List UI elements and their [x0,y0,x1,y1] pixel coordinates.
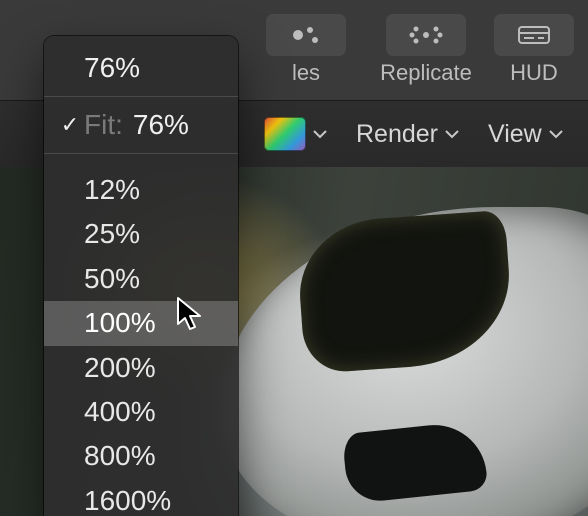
zoom-option[interactable]: 12% [44,168,238,212]
zoom-option[interactable]: 100% [44,301,238,345]
zoom-current-value: 76% [44,46,238,94]
zoom-option[interactable]: 50% [44,257,238,301]
zoom-option[interactable]: 400% [44,390,238,434]
zoom-option[interactable]: 200% [44,346,238,390]
replicate-label: Replicate [380,60,472,86]
hud-label: HUD [510,60,558,86]
particles-tool[interactable]: les [246,14,366,86]
render-label: Render [356,120,438,149]
zoom-fit-value: 76% [133,109,189,141]
hud-icon [494,14,574,56]
replicate-icon [386,14,466,56]
zoom-options-list: 12%25%50%100%200%400%800%1600% [44,156,238,516]
zoom-fit-label: Fit: [84,109,123,141]
color-swatch-icon [264,117,306,151]
color-picker[interactable] [250,101,342,167]
menu-separator [44,96,238,97]
chevron-down-icon [548,129,564,139]
view-menu[interactable]: View [474,101,578,167]
hud-tool[interactable]: HUD [486,14,582,86]
render-menu[interactable]: Render [342,101,474,167]
view-label: View [488,120,542,149]
chevron-down-icon [444,129,460,139]
particles-icon [266,14,346,56]
particles-label: les [292,60,320,86]
checkmark-icon: ✓ [58,112,82,138]
zoom-menu[interactable]: 76% ✓ Fit: 76% 12%25%50%100%200%400%800%… [44,36,238,516]
zoom-option[interactable]: 25% [44,212,238,256]
menu-separator [44,153,238,154]
chevron-down-icon [312,129,328,139]
zoom-option[interactable]: 1600% [44,479,238,516]
replicate-tool[interactable]: Replicate [366,14,486,86]
zoom-fit-item[interactable]: ✓ Fit: 76% [44,99,238,151]
zoom-option[interactable]: 800% [44,434,238,478]
